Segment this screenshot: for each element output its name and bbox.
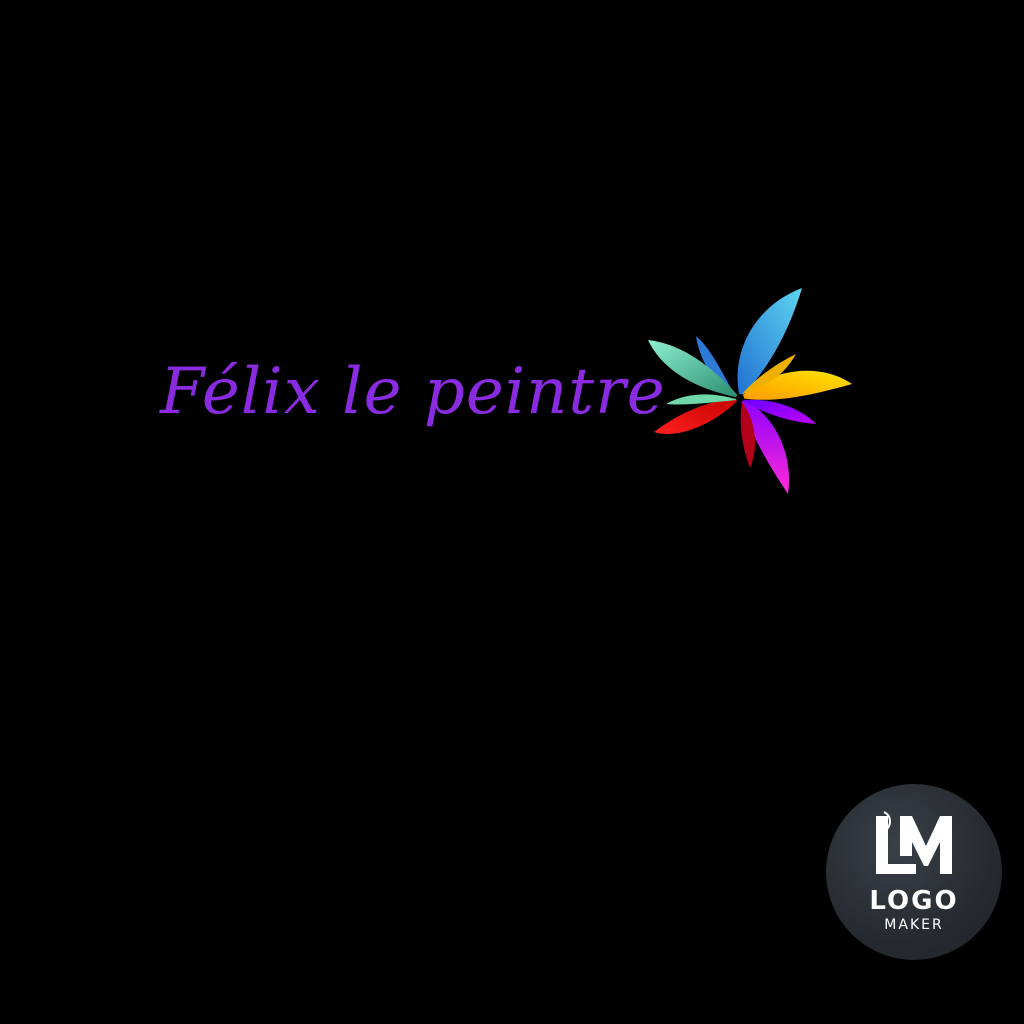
watermark-logo-text: LOGO [869,886,959,916]
logo-maker-watermark: LOGO MAKER [826,784,1002,960]
logo-maker-mark-icon [876,811,952,874]
logo-title: Félix le peintre [160,355,666,429]
watermark-maker-text: MAKER [884,917,944,933]
pinwheel-flower-icon [648,288,852,494]
logo-canvas: Félix le peintre LOGO MAKER [0,0,1024,1024]
